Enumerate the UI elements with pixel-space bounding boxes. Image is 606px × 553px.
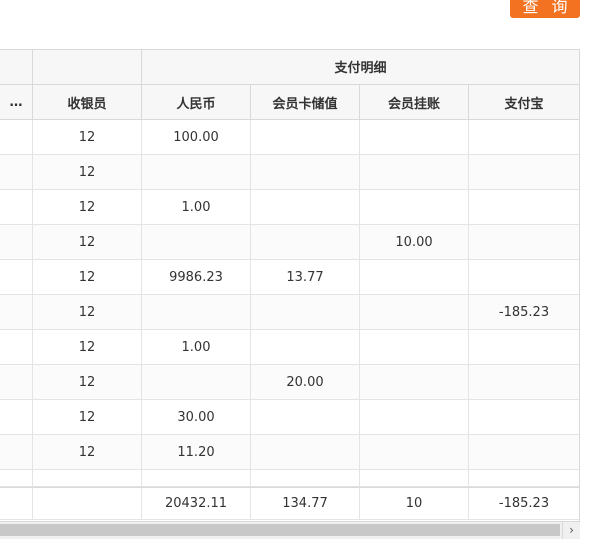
table-cell[interactable]: 11.20 [142, 435, 251, 470]
table-cell[interactable] [469, 260, 580, 295]
table-cell[interactable]: -185.23 [469, 295, 580, 330]
table-cell[interactable] [360, 155, 469, 190]
table-spacer-cell [360, 470, 469, 487]
table-cell[interactable] [469, 365, 580, 400]
table-cell[interactable] [251, 225, 360, 260]
totals-cell: 10 [360, 487, 469, 520]
table-cell[interactable] [0, 365, 33, 400]
totals-cell: 134.77 [251, 487, 360, 520]
header-col-member-credit[interactable]: 会员挂账 [360, 85, 469, 120]
query-button[interactable]: 查 询 [510, 0, 580, 18]
table-cell[interactable] [360, 190, 469, 225]
table-cell[interactable] [251, 295, 360, 330]
table-cell[interactable]: 30.00 [142, 400, 251, 435]
table-cell[interactable]: 12 [33, 330, 142, 365]
totals-cell [0, 487, 33, 520]
table-cell[interactable] [251, 120, 360, 155]
table-cell[interactable] [469, 400, 580, 435]
header-col-truncated[interactable]: … [0, 85, 33, 120]
table-spacer-cell [469, 470, 580, 487]
table-cell[interactable]: 12 [33, 365, 142, 400]
table-cell[interactable] [251, 155, 360, 190]
table-cell[interactable]: 12 [33, 260, 142, 295]
header-col-rmb[interactable]: 人民币 [142, 85, 251, 120]
table-spacer-cell [142, 470, 251, 487]
table-cell[interactable] [360, 365, 469, 400]
table-cell[interactable] [0, 435, 33, 470]
table-cell[interactable] [142, 155, 251, 190]
table-cell[interactable]: 1.00 [142, 190, 251, 225]
header-col-member-card[interactable]: 会员卡储值 [251, 85, 360, 120]
table-cell[interactable] [469, 155, 580, 190]
table-cell[interactable] [469, 225, 580, 260]
table-cell[interactable] [251, 330, 360, 365]
table-cell[interactable] [142, 225, 251, 260]
header-col-alipay[interactable]: 支付宝 [469, 85, 580, 120]
horizontal-scrollbar[interactable]: › [0, 521, 580, 539]
table-cell[interactable] [360, 330, 469, 365]
table-cell[interactable] [0, 225, 33, 260]
totals-cell: 20432.11 [142, 487, 251, 520]
table-cell[interactable] [360, 435, 469, 470]
table-cell[interactable]: 12 [33, 225, 142, 260]
header-blank-2 [33, 49, 142, 85]
table-cell[interactable]: 1.00 [142, 330, 251, 365]
table-spacer-cell [251, 470, 360, 487]
chevron-right-icon[interactable]: › [562, 522, 580, 539]
table-cell[interactable] [360, 120, 469, 155]
table-cell[interactable] [0, 400, 33, 435]
table-cell[interactable]: 12 [33, 295, 142, 330]
table-cell[interactable] [0, 190, 33, 225]
totals-cell: -185.23 [469, 487, 580, 520]
table-cell[interactable] [142, 365, 251, 400]
table-cell[interactable] [251, 435, 360, 470]
scrollbar-thumb[interactable] [0, 524, 560, 536]
table-spacer-cell [33, 470, 142, 487]
header-col-cashier[interactable]: 收银员 [33, 85, 142, 120]
table-cell[interactable]: 12 [33, 400, 142, 435]
table-cell[interactable]: 12 [33, 120, 142, 155]
table-cell[interactable] [251, 400, 360, 435]
table-cell[interactable] [0, 155, 33, 190]
table-cell[interactable] [469, 330, 580, 365]
table-cell[interactable] [360, 295, 469, 330]
table-cell[interactable] [0, 260, 33, 295]
table-cell[interactable]: 12 [33, 190, 142, 225]
table-cell[interactable] [251, 190, 360, 225]
table-cell[interactable] [469, 120, 580, 155]
table-cell[interactable]: 9986.23 [142, 260, 251, 295]
header-group-payment-detail: 支付明细 [142, 49, 580, 85]
table-cell[interactable] [469, 435, 580, 470]
table-cell[interactable] [142, 295, 251, 330]
table-cell[interactable] [360, 260, 469, 295]
table-cell[interactable]: 13.77 [251, 260, 360, 295]
header-blank-1 [0, 49, 33, 85]
table-spacer-cell [0, 470, 33, 487]
table-cell[interactable] [0, 120, 33, 155]
table-cell[interactable] [360, 400, 469, 435]
table-cell[interactable]: 10.00 [360, 225, 469, 260]
table-cell[interactable]: 20.00 [251, 365, 360, 400]
table-cell[interactable]: 100.00 [142, 120, 251, 155]
totals-cell [33, 487, 142, 520]
table-cell[interactable] [0, 295, 33, 330]
table-cell[interactable] [469, 190, 580, 225]
table-cell[interactable]: 12 [33, 435, 142, 470]
table-cell[interactable] [0, 330, 33, 365]
table-cell[interactable]: 12 [33, 155, 142, 190]
